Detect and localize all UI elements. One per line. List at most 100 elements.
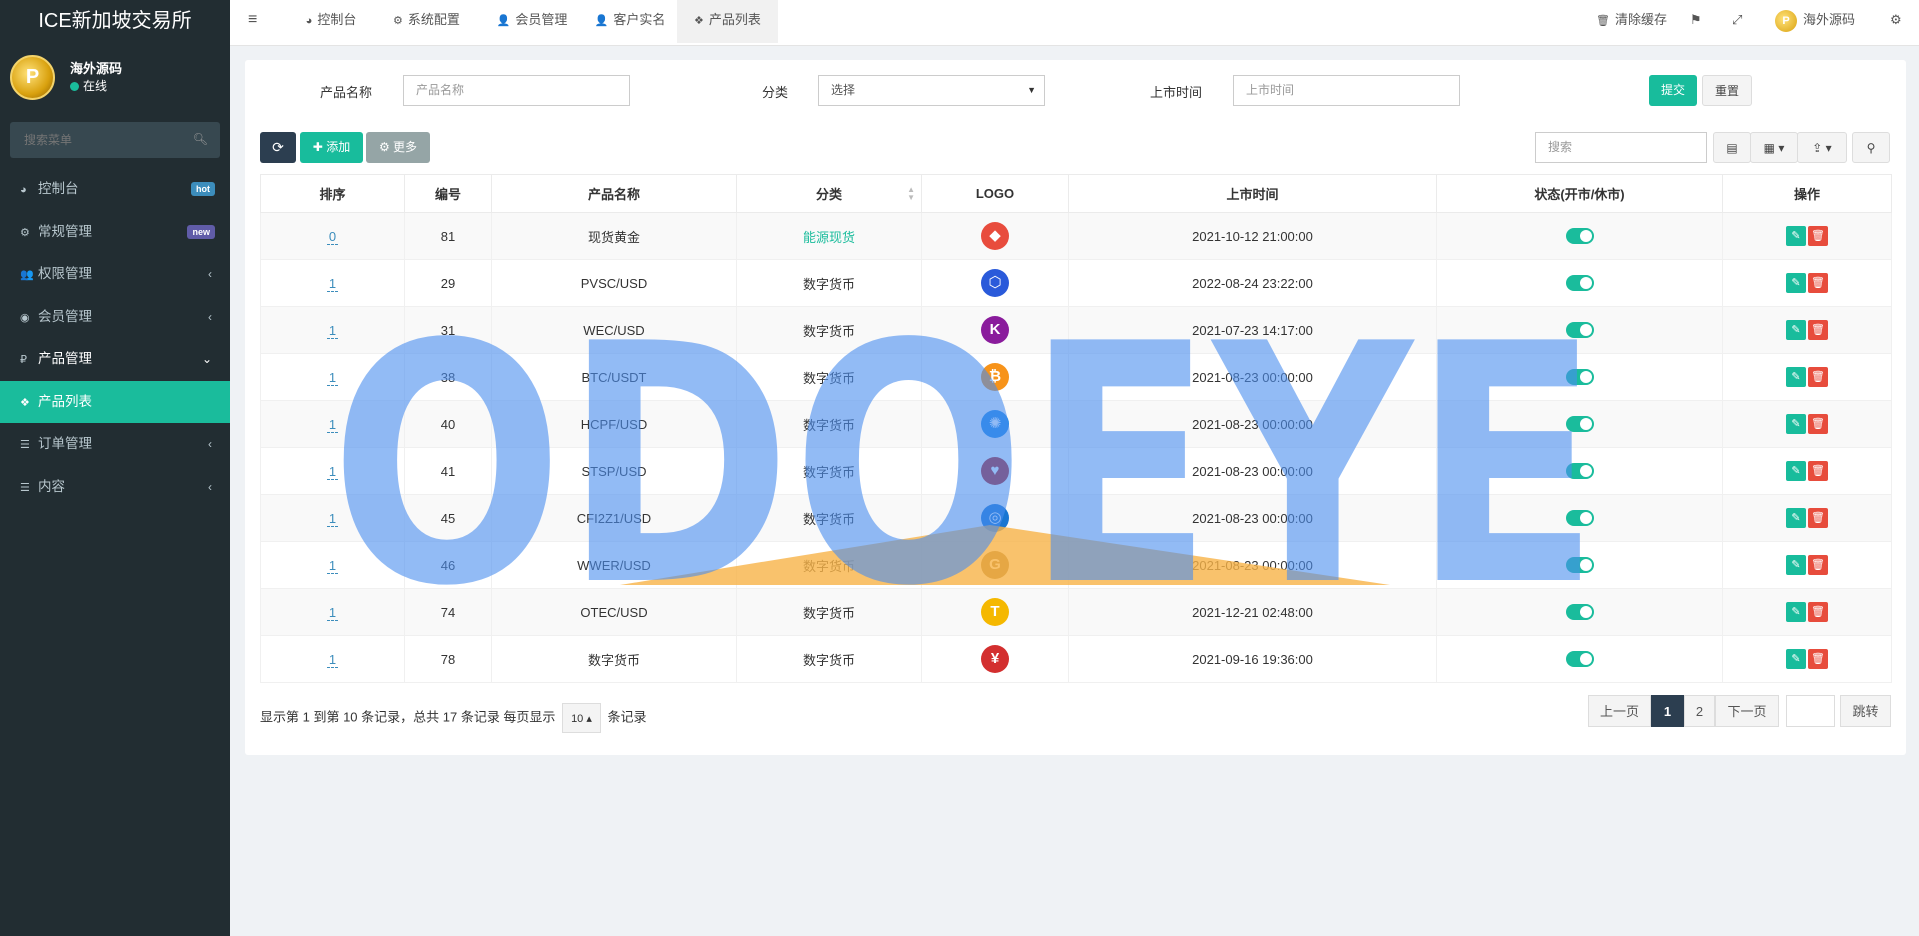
chainlink-hexagon-icon[interactable]: ⬡ [981,269,1009,297]
sort-value-link[interactable]: 1 [326,416,339,433]
edit-button[interactable]: ✎ [1786,367,1806,387]
delete-button[interactable]: 🗑︎ [1808,555,1828,575]
brand-title[interactable]: ICE新加坡交易所 [0,0,230,43]
fullscreen-icon[interactable]: ⤢ [1732,0,1742,43]
more-button[interactable]: ⚙ 更多 [366,132,430,163]
tab-4[interactable]: ❖ 产品列表 [677,0,778,43]
delete-button[interactable]: 🗑︎ [1808,649,1828,669]
edit-button[interactable]: ✎ [1786,508,1806,528]
delete-button[interactable]: 🗑︎ [1808,414,1828,434]
delete-button[interactable]: 🗑︎ [1808,320,1828,340]
sidebar-item-6[interactable]: ☰ 订单管理 ‹ [0,423,230,466]
sidebar-item-5[interactable]: ❖ 产品列表 [0,380,230,423]
status-toggle[interactable] [1565,228,1594,245]
next-page-button[interactable]: 下一页 [1715,695,1779,727]
user-menu[interactable]: P 海外源码 [1775,0,1855,43]
delete-button[interactable]: 🗑︎ [1808,602,1828,622]
page-2-button[interactable]: 2 [1684,695,1715,727]
page-1-button[interactable]: 1 [1651,695,1684,727]
page-size-select[interactable]: 10 ▴ [562,703,601,733]
advanced-search-button[interactable]: ⚲ [1852,132,1890,163]
status-toggle[interactable] [1565,604,1594,621]
status-toggle[interactable] [1565,651,1594,668]
jump-button[interactable]: 跳转 [1840,695,1891,727]
sidebar-item-1[interactable]: ⚙ 常规管理 new [0,211,230,254]
translate-icon[interactable]: ⚑ [1690,0,1702,43]
add-button[interactable]: ✚ 添加 [300,132,363,163]
edit-button[interactable]: ✎ [1786,320,1806,340]
status-toggle[interactable] [1565,510,1594,527]
column-header[interactable]: 分类 ▲ ▼ [736,174,922,213]
status-toggle[interactable] [1565,463,1594,480]
sort-value-link[interactable]: 0 [326,228,339,245]
sort-value-link[interactable]: 1 [326,604,339,621]
status-toggle[interactable] [1565,369,1594,386]
sidebar-item-0[interactable]: ◕ 控制台 hot [0,168,230,211]
category-cell: 数字货币 [736,353,922,401]
t-letter-icon[interactable]: T [981,598,1009,626]
export-button[interactable]: ⇪ ▾ [1797,132,1847,163]
sort-value-link[interactable]: 1 [326,463,339,480]
sidebar-item-7[interactable]: ☰ 内容 ‹ [0,466,230,509]
avatar: P [10,55,55,100]
heart-shield-icon[interactable]: ♥ [981,457,1009,485]
sidebar-item-4[interactable]: ₽ 产品管理 ⌄ [0,338,230,381]
delete-button[interactable]: 🗑︎ [1808,461,1828,481]
category-select[interactable]: 选择 ▼ [818,75,1045,106]
yuan-coin-icon[interactable]: ¥ [981,645,1009,673]
k-letter-icon[interactable]: K [981,316,1009,344]
reset-button[interactable]: 重置 [1702,75,1752,106]
submit-button[interactable]: 提交 [1649,75,1697,106]
product-name-label: 产品名称 [320,85,373,100]
settings-icon[interactable]: ⚙ [1890,0,1902,43]
gold-logo-icon[interactable]: ◆ [981,222,1009,250]
table-search-input[interactable]: 搜索 [1535,132,1707,163]
clear-cache-button[interactable]: 🗑︎ 清除缓存 [1596,0,1667,43]
menu-search-input[interactable] [10,122,190,158]
tab-0[interactable]: ◕ 控制台 [292,0,370,43]
edit-button[interactable]: ✎ [1786,273,1806,293]
edit-button[interactable]: ✎ [1786,226,1806,246]
sidebar-item-3[interactable]: ◉ 会员管理 ‹ [0,296,230,339]
columns-button[interactable]: ▦ ▾ [1750,132,1798,163]
delete-button[interactable]: 🗑︎ [1808,226,1828,246]
list-date-cell: 2021-12-21 02:48:00 [1068,588,1437,636]
delete-button[interactable]: 🗑︎ [1808,273,1828,293]
edit-button[interactable]: ✎ [1786,555,1806,575]
sort-value-link[interactable]: 1 [326,275,339,292]
status-toggle[interactable] [1565,275,1594,292]
sidebar-item-2[interactable]: 👥 权限管理 ‹ [0,253,230,296]
jump-page-input[interactable] [1786,695,1835,727]
bitcoin-icon[interactable]: ₿ [981,363,1009,391]
sort-value-link[interactable]: 1 [326,651,339,668]
sort-value-link[interactable]: 1 [326,369,339,386]
edit-button[interactable]: ✎ [1786,414,1806,434]
category-value[interactable]: 能源现货 [803,230,855,245]
g-coin-icon[interactable]: G [981,551,1009,579]
product-name-input[interactable]: 产品名称 [403,75,630,106]
logo-cell: T [921,588,1069,636]
refresh-button[interactable]: ⟳ [260,132,296,163]
edit-button[interactable]: ✎ [1786,461,1806,481]
status-toggle[interactable] [1565,557,1594,574]
status-toggle[interactable] [1565,322,1594,339]
delete-button[interactable]: 🗑︎ [1808,367,1828,387]
sort-value-link[interactable]: 1 [326,557,339,574]
edit-button[interactable]: ✎ [1786,602,1806,622]
tab-2[interactable]: 👤 会员管理 [485,0,579,43]
list-date-input[interactable]: 上市时间 [1233,75,1460,106]
ring-coin-icon[interactable]: ◎ [981,504,1009,532]
gear-badge-icon[interactable]: ✺ [981,410,1009,438]
search-icon[interactable]: 🔍︎ [193,132,208,146]
status-toggle[interactable] [1565,416,1594,433]
toggle-view-button[interactable]: ▤ [1713,132,1751,163]
edit-button[interactable]: ✎ [1786,649,1806,669]
delete-button[interactable]: 🗑︎ [1808,508,1828,528]
column-header: LOGO [921,174,1069,213]
sort-value-link[interactable]: 1 [326,510,339,527]
sort-value-link[interactable]: 1 [326,322,339,339]
tab-1[interactable]: ⚙ 系统配置 [379,0,474,43]
sidebar-toggle-icon[interactable]: ≡ [248,0,257,43]
tab-3[interactable]: 👤 客户实名 [590,0,670,43]
prev-page-button[interactable]: 上一页 [1588,695,1651,727]
